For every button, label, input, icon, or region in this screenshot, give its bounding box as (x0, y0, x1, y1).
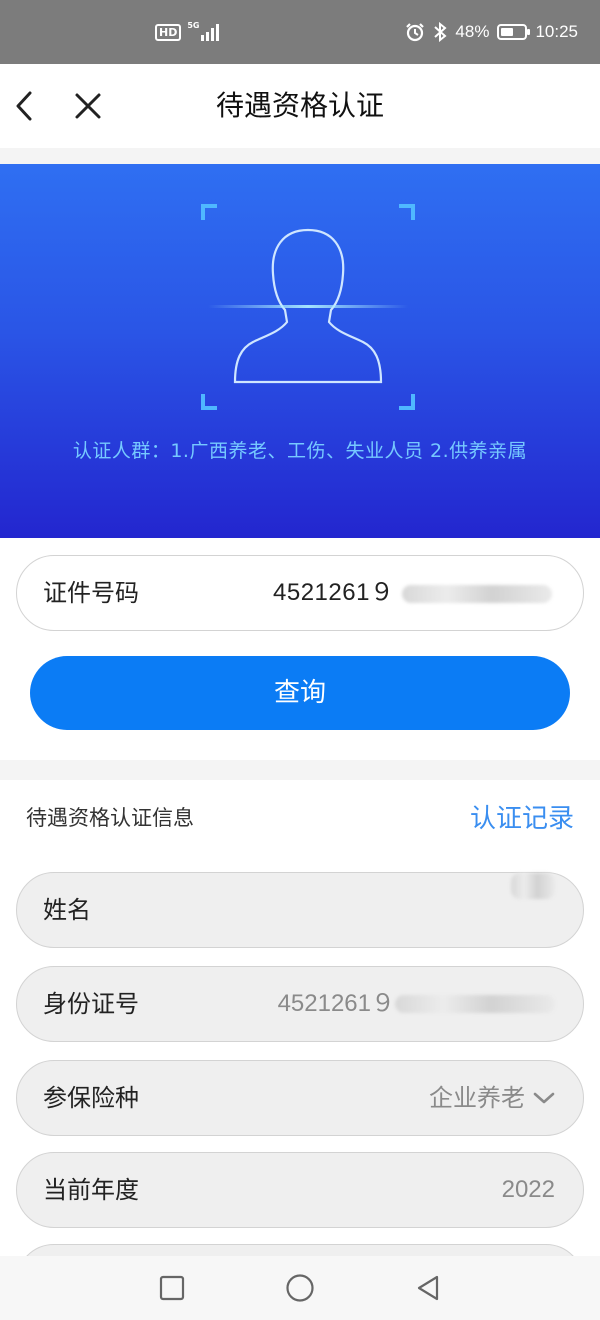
banner-caption: 认证人群：1.广西养老、工伤、失业人员 2.供养亲属 (72, 440, 528, 462)
current-year-row: 当前年度 2022 (16, 1152, 584, 1228)
signal-icon: 5G (187, 21, 220, 41)
id-number-field[interactable]: 证件号码 4521261９ (16, 555, 584, 631)
name-label: 姓名 (43, 896, 91, 924)
recent-apps-icon (159, 1275, 185, 1301)
current-year-value: 2022 (501, 1176, 555, 1203)
insurance-type-value: 企业养老 (429, 1084, 525, 1112)
navigation-bar: 待遇资格认证 (0, 64, 600, 148)
insurance-type-select[interactable]: 企业养老 (429, 1061, 555, 1135)
face-scan-icon (201, 204, 415, 410)
hd-icon: HD (155, 23, 182, 41)
back-triangle-icon (417, 1275, 439, 1301)
query-section: 证件号码 4521261９ 查询 (0, 538, 600, 760)
system-back-button[interactable] (410, 1270, 446, 1306)
insurance-type-label: 参保险种 (43, 1084, 139, 1112)
status-bar: HD 5G 48% 10:25 (0, 0, 600, 64)
chevron-down-icon (533, 1092, 555, 1104)
chevron-left-icon (16, 91, 32, 121)
id-number-input[interactable]: 4521261９ (273, 556, 552, 630)
recent-apps-button[interactable] (154, 1270, 190, 1306)
id-number-label: 证件号码 (43, 579, 139, 607)
section-title: 待遇资格认证信息 (26, 806, 194, 830)
id-card-value: 4521261９ (278, 967, 555, 1041)
id-card-label: 身份证号 (43, 990, 139, 1018)
redacted-blur (395, 995, 555, 1013)
battery-percent: 48% (455, 22, 490, 41)
id-card-row: 身份证号 4521261９ (16, 966, 584, 1042)
certification-records-link[interactable]: 认证记录 (470, 798, 574, 835)
current-year-label: 当前年度 (43, 1176, 139, 1204)
battery-icon (497, 24, 531, 40)
redacted-blur (511, 873, 555, 899)
system-navigation-bar (0, 1256, 600, 1320)
name-value (503, 873, 555, 899)
home-icon (286, 1274, 314, 1302)
alarm-icon (406, 23, 425, 42)
certification-info-section: 待遇资格认证信息 认证记录 姓名 身份证号 4521261９ 参保险种 企业养老… (0, 780, 600, 1256)
clock: 10:25 (535, 22, 578, 41)
next-row-partial (16, 1244, 584, 1256)
scan-line (208, 305, 408, 308)
redacted-blur (401, 584, 552, 603)
close-icon (75, 93, 101, 119)
close-button[interactable] (64, 82, 112, 130)
face-recognition-banner: 认证人群：1.广西养老、工伤、失业人员 2.供养亲属 (0, 164, 600, 538)
id-number-value: 4521261９ (273, 579, 395, 606)
insurance-type-row[interactable]: 参保险种 企业养老 (16, 1060, 584, 1136)
name-row: 姓名 (16, 872, 584, 948)
bluetooth-icon (434, 22, 447, 42)
query-button[interactable]: 查询 (30, 656, 570, 730)
back-button[interactable] (0, 82, 48, 130)
home-button[interactable] (282, 1270, 318, 1306)
